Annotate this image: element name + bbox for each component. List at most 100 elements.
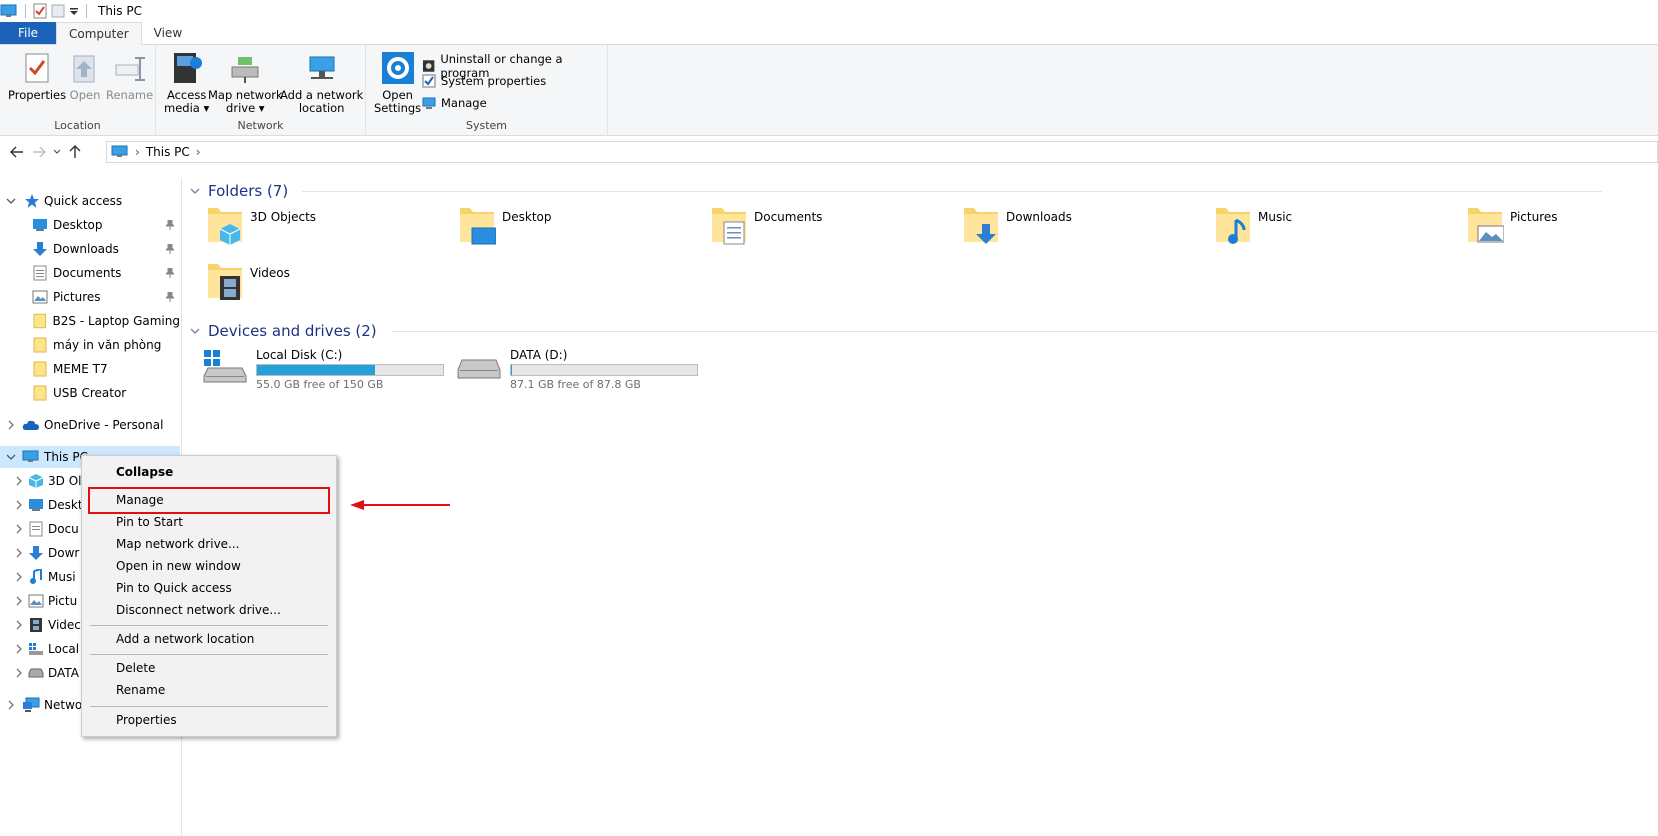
tab-view[interactable]: View: [142, 22, 194, 44]
menu-separator: [90, 625, 328, 626]
folder-name: Videos: [250, 266, 290, 280]
ribbon-group-system: Open Settings Uninstall or change a prog…: [366, 45, 608, 136]
folder-music-icon: [1216, 208, 1250, 244]
location-group-label: Location: [54, 119, 101, 132]
map-drive-icon: [231, 57, 259, 83]
manage-ribbon-label: Manage: [441, 96, 487, 110]
sidebar-label: Videc: [48, 618, 81, 632]
folder-music[interactable]: Music: [1214, 204, 1464, 252]
drive-name: DATA (D:): [510, 348, 568, 362]
menu-item-open-new-window[interactable]: Open in new window: [116, 556, 241, 576]
forward-button[interactable]: [28, 141, 50, 163]
manage-icon: [422, 97, 436, 109]
back-button[interactable]: [6, 141, 28, 163]
picture-icon: [28, 594, 44, 608]
menu-item-delete[interactable]: Delete: [116, 658, 155, 678]
sidebar-item-pictures[interactable]: Pictures: [0, 286, 180, 308]
add-network-location-button[interactable]: Add a network location: [280, 51, 363, 115]
sidebar-item-recent-folder[interactable]: B2S - Laptop Gaming: [0, 310, 180, 332]
folder-downloads[interactable]: Downloads: [962, 204, 1212, 252]
properties-quick-icon[interactable]: [33, 3, 47, 19]
drive-free-space: 87.1 GB free of 87.8 GB: [510, 378, 641, 391]
sidebar-item-recent-folder[interactable]: USB Creator: [0, 382, 180, 404]
folder-downloads-icon: [964, 208, 998, 244]
folder-icon: [33, 313, 47, 329]
menu-item-pin-to-start[interactable]: Pin to Start: [116, 512, 183, 532]
properties-button[interactable]: Properties: [8, 51, 66, 102]
recent-locations-button[interactable]: [50, 141, 64, 163]
menu-item-map-network-drive[interactable]: Map network drive...: [116, 534, 240, 554]
menu-item-pin-quick-access[interactable]: Pin to Quick access: [116, 578, 232, 598]
sidebar-label: Local: [48, 642, 80, 656]
properties-icon: [25, 53, 49, 83]
sidebar-label: máy in văn phòng: [53, 338, 162, 352]
sidebar-item-recent-folder[interactable]: MEME T7: [0, 358, 180, 380]
music-note-icon: [30, 569, 42, 584]
computer-icon: [111, 145, 128, 157]
folder-name: Music: [1258, 210, 1293, 224]
tab-computer[interactable]: Computer: [56, 22, 142, 45]
sidebar-label: OneDrive - Personal: [44, 418, 164, 432]
folder-documents[interactable]: Documents: [710, 204, 960, 252]
access-media-button[interactable]: Access media ▾: [164, 51, 209, 115]
sidebar-item-onedrive[interactable]: OneDrive - Personal: [0, 414, 180, 436]
menu-item-add-network-location[interactable]: Add a network location: [116, 629, 254, 649]
map-network-drive-button[interactable]: Map network drive ▾: [208, 51, 283, 115]
sidebar-item-downloads[interactable]: Downloads: [0, 238, 180, 260]
drive-local-disk-c[interactable]: Local Disk (C:) 55.0 GB free of 150 GB: [202, 348, 452, 396]
ribbon-group-location: Properties Open Rename Location: [0, 45, 156, 136]
sidebar-label: Pictures: [53, 290, 101, 304]
sidebar-item-quick-access[interactable]: Quick access: [0, 190, 180, 212]
chevron-right-icon: [16, 524, 22, 534]
quick-access-toolbar: [0, 3, 90, 19]
drives-section-header[interactable]: Devices and drives (2): [190, 320, 1658, 342]
cube-icon: [28, 474, 44, 488]
new-folder-quick-icon[interactable]: [51, 3, 65, 19]
sidebar-label: Dowr: [48, 546, 80, 560]
chevron-down-icon: [6, 198, 16, 204]
menu-item-rename[interactable]: Rename: [116, 680, 165, 700]
folder-3d-objects[interactable]: 3D Objects: [206, 204, 456, 252]
sidebar-item-documents[interactable]: Documents: [0, 262, 180, 284]
open-settings-label-2: Settings: [374, 101, 422, 115]
breadcrumb-this-pc[interactable]: This PC: [146, 145, 190, 159]
map-drive-label-2: drive: [226, 101, 256, 115]
up-button[interactable]: [64, 141, 86, 163]
customize-toolbar-icon[interactable]: [69, 3, 79, 19]
drive-usage-bar: [510, 364, 698, 376]
tab-file[interactable]: File: [0, 22, 56, 44]
folders-section-title: Folders (7): [208, 182, 289, 200]
star-icon: [25, 194, 39, 208]
chevron-down-icon: [53, 149, 61, 154]
drive-data-d[interactable]: DATA (D:) 87.1 GB free of 87.8 GB: [456, 348, 706, 396]
sidebar-item-recent-folder[interactable]: máy in văn phòng: [0, 334, 180, 356]
chevron-right-icon: [16, 644, 22, 654]
section-divider: [302, 190, 1603, 192]
open-settings-button[interactable]: Open Settings: [374, 51, 421, 115]
folder-name: Documents: [754, 210, 823, 224]
manage-ribbon-button[interactable]: Manage: [422, 96, 487, 110]
sidebar-label: Downloads: [53, 242, 119, 256]
document-icon: [33, 265, 47, 281]
open-button[interactable]: Open: [68, 51, 102, 102]
sidebar-item-desktop[interactable]: Desktop: [0, 214, 180, 236]
menu-item-properties[interactable]: Properties: [116, 710, 177, 730]
cloud-icon: [22, 420, 39, 430]
system-properties-button[interactable]: System properties: [422, 74, 546, 88]
computer-icon: [22, 450, 39, 462]
menu-separator: [90, 706, 328, 707]
picture-icon: [32, 290, 48, 304]
folders-section-header[interactable]: Folders (7): [190, 180, 1603, 202]
sidebar-label: DATA: [48, 666, 79, 680]
pin-icon: [166, 220, 174, 230]
menu-item-collapse[interactable]: Collapse: [116, 462, 173, 482]
sidebar-label: Docu: [48, 522, 79, 536]
folder-videos[interactable]: Videos: [206, 260, 456, 308]
folder-name: 3D Objects: [250, 210, 317, 224]
address-bar[interactable]: › This PC ›: [106, 141, 1658, 163]
rename-button[interactable]: Rename: [106, 51, 153, 102]
menu-item-disconnect-drive[interactable]: Disconnect network drive...: [116, 600, 281, 620]
folder-desktop[interactable]: Desktop: [458, 204, 708, 252]
folder-name: Pictures: [1510, 210, 1558, 224]
folder-pictures[interactable]: Pictures: [1466, 204, 1658, 252]
